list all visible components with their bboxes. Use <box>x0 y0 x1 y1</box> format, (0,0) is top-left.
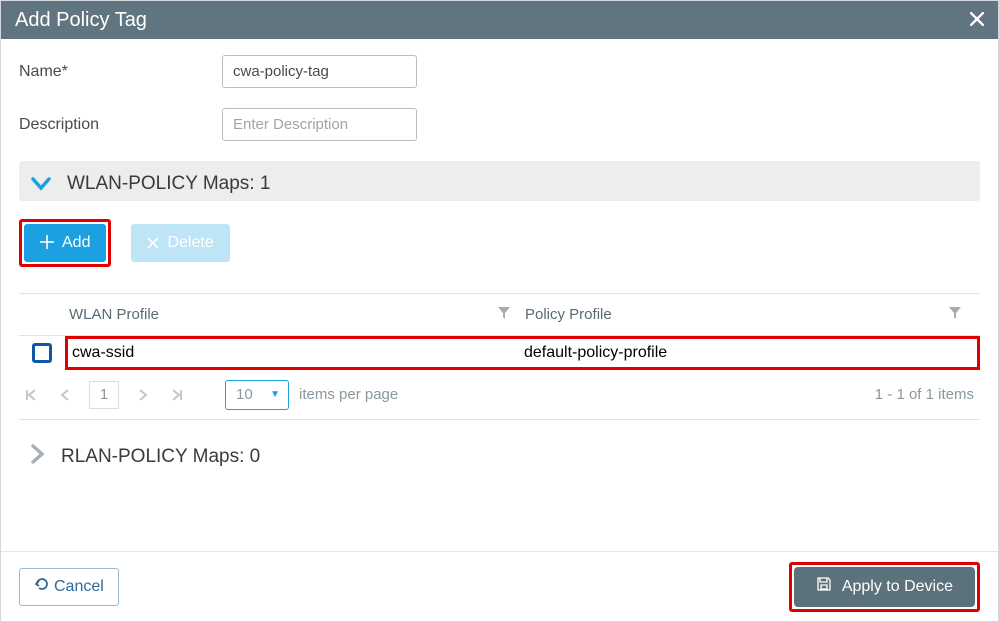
pager-next-icon[interactable] <box>131 383 155 407</box>
wlan-section-title: WLAN-POLICY Maps: 1 <box>67 173 270 195</box>
wlan-policy-maps-header[interactable]: WLAN-POLICY Maps: 1 <box>19 161 980 201</box>
pager: 1 10 ▼ items per page 1 - 1 of 1 items <box>19 370 980 420</box>
cell-wlan-profile: cwa-ssid <box>68 344 516 362</box>
modal-footer: Cancel Apply to Device <box>1 551 998 621</box>
plus-icon <box>40 234 54 252</box>
rlan-policy-maps-header[interactable]: RLAN-POLICY Maps: 0 <box>19 430 980 479</box>
cell-policy-profile: default-policy-profile <box>516 344 667 362</box>
description-label: Description <box>19 116 222 134</box>
undo-icon <box>34 577 48 596</box>
x-icon <box>147 234 159 252</box>
modal-body: Name* Description WLAN-POLICY Maps: 1 Ad… <box>1 39 998 551</box>
add-button-label: Add <box>62 234 90 252</box>
add-policy-tag-modal: Add Policy Tag Name* Description WLAN-PO… <box>0 0 999 622</box>
pager-status: 1 - 1 of 1 items <box>875 386 980 403</box>
description-row: Description <box>19 108 980 141</box>
add-button-highlight: Add <box>19 219 111 267</box>
delete-button-label: Delete <box>167 234 213 252</box>
filter-icon[interactable] <box>948 306 962 324</box>
apply-to-device-button[interactable]: Apply to Device <box>794 567 975 607</box>
modal-title: Add Policy Tag <box>15 9 147 32</box>
description-input[interactable] <box>222 108 417 141</box>
header-policy-profile[interactable]: Policy Profile <box>517 306 980 324</box>
rlan-section-title: RLAN-POLICY Maps: 0 <box>61 446 260 468</box>
maps-grid: WLAN Profile Policy Profile cw <box>19 293 980 420</box>
cancel-button[interactable]: Cancel <box>19 568 119 606</box>
name-label: Name* <box>19 63 222 81</box>
pager-prev-icon[interactable] <box>53 383 77 407</box>
row-checkbox[interactable] <box>32 343 52 363</box>
name-input[interactable] <box>222 55 417 88</box>
add-button[interactable]: Add <box>24 224 106 262</box>
apply-highlight: Apply to Device <box>789 562 980 612</box>
pager-last-icon[interactable] <box>165 383 189 407</box>
pager-first-icon[interactable] <box>19 383 43 407</box>
grid-header: WLAN Profile Policy Profile <box>19 294 980 336</box>
items-per-page-select[interactable]: 10 ▼ <box>225 380 289 410</box>
modal-titlebar: Add Policy Tag <box>1 1 998 39</box>
filter-icon[interactable] <box>497 306 511 324</box>
toolbar: Add Delete <box>19 219 980 267</box>
page-number[interactable]: 1 <box>89 381 119 409</box>
header-wlan-label: WLAN Profile <box>69 306 159 323</box>
apply-label: Apply to Device <box>842 578 953 596</box>
save-icon <box>816 576 832 597</box>
chevron-right-icon[interactable] <box>31 444 45 469</box>
header-wlan-profile[interactable]: WLAN Profile <box>65 306 517 324</box>
cancel-label: Cancel <box>54 578 104 596</box>
per-page-value: 10 <box>236 386 253 403</box>
header-policy-label: Policy Profile <box>525 306 612 323</box>
name-row: Name* <box>19 55 980 88</box>
chevron-down-icon[interactable] <box>31 177 51 191</box>
caret-down-icon: ▼ <box>270 389 280 400</box>
delete-button: Delete <box>131 224 229 262</box>
row-highlight: cwa-ssid default-policy-profile <box>65 336 980 370</box>
per-page-label: items per page <box>299 386 398 403</box>
table-row[interactable]: cwa-ssid default-policy-profile <box>19 336 980 370</box>
close-icon[interactable] <box>970 9 984 32</box>
